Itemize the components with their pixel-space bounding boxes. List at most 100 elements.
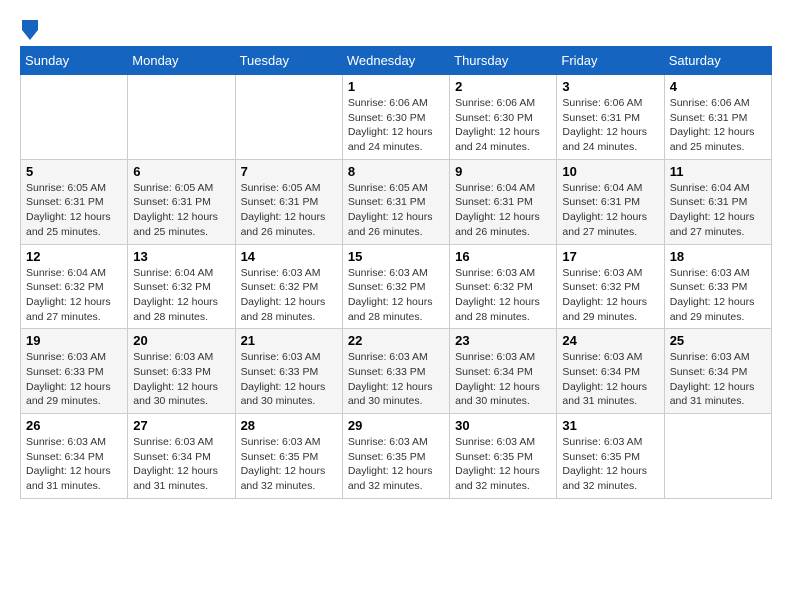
calendar-cell: 3Sunrise: 6:06 AM Sunset: 6:31 PM Daylig…	[557, 75, 664, 160]
calendar-week-row: 1Sunrise: 6:06 AM Sunset: 6:30 PM Daylig…	[21, 75, 772, 160]
day-number: 19	[26, 333, 122, 348]
day-of-week-header: Tuesday	[235, 47, 342, 75]
day-number: 25	[670, 333, 766, 348]
calendar-table: SundayMondayTuesdayWednesdayThursdayFrid…	[20, 46, 772, 499]
day-info: Sunrise: 6:04 AM Sunset: 6:31 PM Dayligh…	[455, 181, 551, 240]
day-info: Sunrise: 6:03 AM Sunset: 6:32 PM Dayligh…	[241, 266, 337, 325]
calendar-cell: 11Sunrise: 6:04 AM Sunset: 6:31 PM Dayli…	[664, 159, 771, 244]
day-number: 26	[26, 418, 122, 433]
day-info: Sunrise: 6:03 AM Sunset: 6:33 PM Dayligh…	[348, 350, 444, 409]
day-number: 31	[562, 418, 658, 433]
day-info: Sunrise: 6:06 AM Sunset: 6:30 PM Dayligh…	[455, 96, 551, 155]
calendar-cell	[21, 75, 128, 160]
day-number: 8	[348, 164, 444, 179]
calendar-week-row: 12Sunrise: 6:04 AM Sunset: 6:32 PM Dayli…	[21, 244, 772, 329]
calendar-cell: 15 Sunrise: 6:03 AM Sunset: 6:32 PM Dayli…	[342, 244, 449, 329]
day-info: Sunrise: 6:04 AM Sunset: 6:32 PM Dayligh…	[26, 266, 122, 325]
day-info: Sunrise: 6:03 AM Sunset: 6:34 PM Dayligh…	[133, 435, 229, 494]
day-info: Sunrise: 6:03 AM Sunset: 6:34 PM Dayligh…	[455, 350, 551, 409]
day-of-week-header: Friday	[557, 47, 664, 75]
calendar-cell: 22 Sunrise: 6:03 AM Sunset: 6:33 PM Dayli…	[342, 329, 449, 414]
day-number: 15	[348, 249, 444, 264]
day-number: 2	[455, 79, 551, 94]
calendar-cell: 21 Sunrise: 6:03 AM Sunset: 6:33 PM Dayli…	[235, 329, 342, 414]
calendar-week-row: 26 Sunrise: 6:03 AM Sunset: 6:34 PM Dayli…	[21, 414, 772, 499]
calendar-header-row: SundayMondayTuesdayWednesdayThursdayFrid…	[21, 47, 772, 75]
calendar-cell: 20 Sunrise: 6:03 AM Sunset: 6:33 PM Dayli…	[128, 329, 235, 414]
day-number: 21	[241, 333, 337, 348]
calendar-cell	[664, 414, 771, 499]
day-number: 28	[241, 418, 337, 433]
day-number: 20	[133, 333, 229, 348]
day-of-week-header: Thursday	[450, 47, 557, 75]
day-info: Sunrise: 6:03 AM Sunset: 6:35 PM Dayligh…	[455, 435, 551, 494]
calendar-cell: 5Sunrise: 6:05 AM Sunset: 6:31 PM Daylig…	[21, 159, 128, 244]
calendar-cell	[128, 75, 235, 160]
calendar-week-row: 5 Sunrise: 6:05 AM Sunset: 6:31 PM Daylig…	[21, 159, 772, 244]
calendar-cell: 12Sunrise: 6:04 AM Sunset: 6:32 PM Dayli…	[21, 244, 128, 329]
logo	[20, 20, 38, 36]
day-number: 24	[562, 333, 658, 348]
day-info: Sunrise: 6:03 AM Sunset: 6:35 PM Dayligh…	[562, 435, 658, 494]
logo-icon	[22, 20, 38, 40]
calendar-cell: 10Sunrise: 6:04 AM Sunset: 6:31 PM Dayli…	[557, 159, 664, 244]
day-info: Sunrise: 6:03 AM Sunset: 6:33 PM Dayligh…	[133, 350, 229, 409]
day-number: 18	[670, 249, 766, 264]
day-info: Sunrise: 6:05 AM Sunset: 6:31 PM Dayligh…	[348, 181, 444, 240]
page-header	[20, 20, 772, 36]
calendar-cell: 24 Sunrise: 6:03 AM Sunset: 6:34 PM Dayli…	[557, 329, 664, 414]
day-info: Sunrise: 6:06 AM Sunset: 6:30 PM Dayligh…	[348, 96, 444, 155]
calendar-cell: 6Sunrise: 6:05 AM Sunset: 6:31 PM Daylig…	[128, 159, 235, 244]
calendar-week-row: 19 Sunrise: 6:03 AM Sunset: 6:33 PM Dayli…	[21, 329, 772, 414]
calendar-cell: 30 Sunrise: 6:03 AM Sunset: 6:35 PM Dayli…	[450, 414, 557, 499]
calendar-cell: 8 Sunrise: 6:05 AM Sunset: 6:31 PM Daylig…	[342, 159, 449, 244]
calendar-cell: 26 Sunrise: 6:03 AM Sunset: 6:34 PM Dayli…	[21, 414, 128, 499]
day-number: 30	[455, 418, 551, 433]
day-of-week-header: Monday	[128, 47, 235, 75]
day-info: Sunrise: 6:03 AM Sunset: 6:32 PM Dayligh…	[562, 266, 658, 325]
calendar-cell: 7Sunrise: 6:05 AM Sunset: 6:31 PM Daylig…	[235, 159, 342, 244]
calendar-cell: 2 Sunrise: 6:06 AM Sunset: 6:30 PM Daylig…	[450, 75, 557, 160]
day-info: Sunrise: 6:03 AM Sunset: 6:35 PM Dayligh…	[241, 435, 337, 494]
calendar-cell: 13Sunrise: 6:04 AM Sunset: 6:32 PM Dayli…	[128, 244, 235, 329]
day-number: 3	[562, 79, 658, 94]
day-info: Sunrise: 6:03 AM Sunset: 6:34 PM Dayligh…	[26, 435, 122, 494]
day-info: Sunrise: 6:03 AM Sunset: 6:34 PM Dayligh…	[670, 350, 766, 409]
day-info: Sunrise: 6:03 AM Sunset: 6:33 PM Dayligh…	[670, 266, 766, 325]
calendar-cell: 4 Sunrise: 6:06 AM Sunset: 6:31 PM Daylig…	[664, 75, 771, 160]
calendar-cell	[235, 75, 342, 160]
day-number: 7	[241, 164, 337, 179]
day-info: Sunrise: 6:06 AM Sunset: 6:31 PM Dayligh…	[670, 96, 766, 155]
day-number: 23	[455, 333, 551, 348]
calendar-cell: 27 Sunrise: 6:03 AM Sunset: 6:34 PM Dayli…	[128, 414, 235, 499]
day-number: 4	[670, 79, 766, 94]
day-number: 9	[455, 164, 551, 179]
day-of-week-header: Wednesday	[342, 47, 449, 75]
day-number: 27	[133, 418, 229, 433]
day-info: Sunrise: 6:03 AM Sunset: 6:35 PM Dayligh…	[348, 435, 444, 494]
day-number: 5	[26, 164, 122, 179]
day-info: Sunrise: 6:03 AM Sunset: 6:34 PM Dayligh…	[562, 350, 658, 409]
day-info: Sunrise: 6:04 AM Sunset: 6:32 PM Dayligh…	[133, 266, 229, 325]
calendar-cell: 31 Sunrise: 6:03 AM Sunset: 6:35 PM Dayli…	[557, 414, 664, 499]
day-info: Sunrise: 6:03 AM Sunset: 6:32 PM Dayligh…	[348, 266, 444, 325]
calendar-cell: 28 Sunrise: 6:03 AM Sunset: 6:35 PM Dayli…	[235, 414, 342, 499]
day-number: 11	[670, 164, 766, 179]
day-number: 6	[133, 164, 229, 179]
day-info: Sunrise: 6:03 AM Sunset: 6:33 PM Dayligh…	[241, 350, 337, 409]
calendar-cell: 14 Sunrise: 6:03 AM Sunset: 6:32 PM Dayli…	[235, 244, 342, 329]
day-info: Sunrise: 6:03 AM Sunset: 6:32 PM Dayligh…	[455, 266, 551, 325]
calendar-cell: 9 Sunrise: 6:04 AM Sunset: 6:31 PM Daylig…	[450, 159, 557, 244]
calendar-cell: 25 Sunrise: 6:03 AM Sunset: 6:34 PM Dayli…	[664, 329, 771, 414]
calendar-cell: 29 Sunrise: 6:03 AM Sunset: 6:35 PM Dayli…	[342, 414, 449, 499]
day-number: 22	[348, 333, 444, 348]
day-info: Sunrise: 6:03 AM Sunset: 6:33 PM Dayligh…	[26, 350, 122, 409]
day-number: 16	[455, 249, 551, 264]
calendar-cell: 17 Sunrise: 6:03 AM Sunset: 6:32 PM Dayli…	[557, 244, 664, 329]
day-number: 29	[348, 418, 444, 433]
calendar-cell: 1Sunrise: 6:06 AM Sunset: 6:30 PM Daylig…	[342, 75, 449, 160]
day-number: 14	[241, 249, 337, 264]
day-number: 17	[562, 249, 658, 264]
day-of-week-header: Saturday	[664, 47, 771, 75]
day-of-week-header: Sunday	[21, 47, 128, 75]
